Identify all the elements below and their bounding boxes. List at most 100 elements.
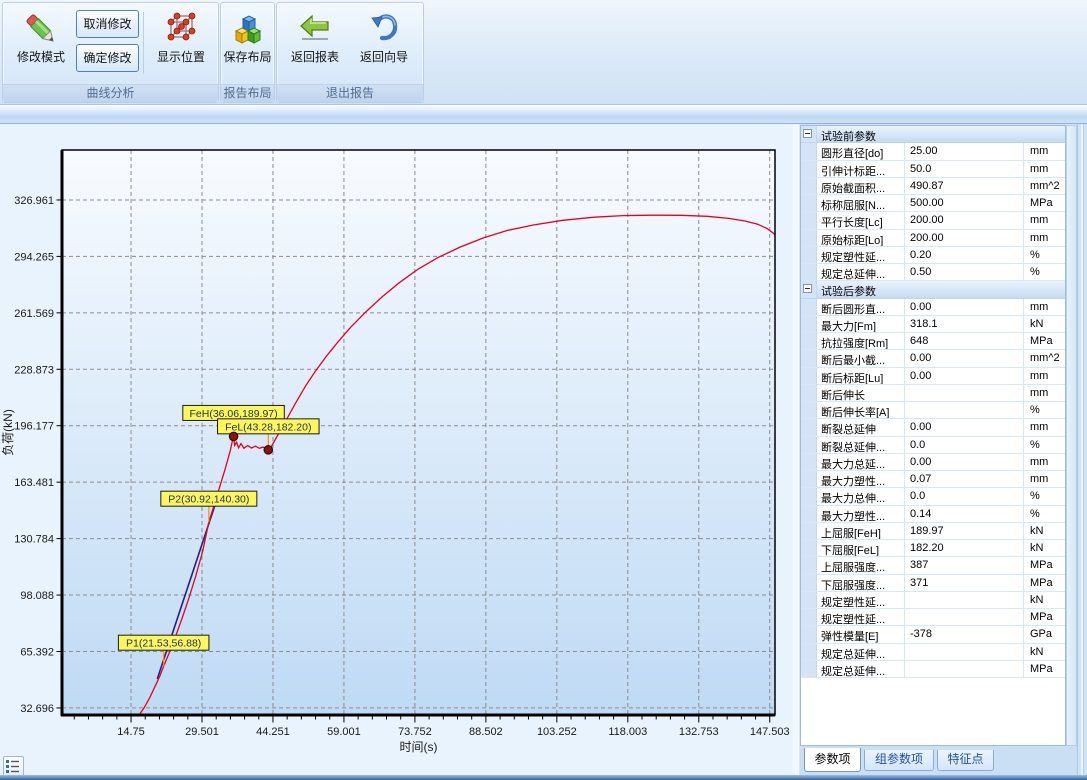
param-row[interactable]: 最大力总延...0.00mm xyxy=(801,454,1065,471)
panel-splitter[interactable] xyxy=(793,124,800,776)
molecule-icon xyxy=(162,9,200,49)
collapse-icon[interactable] xyxy=(803,284,812,293)
param-row[interactable]: 下屈服强度...371MPa xyxy=(801,575,1065,592)
x-tick-label: 73.752 xyxy=(398,726,432,738)
param-row[interactable]: 规定总延伸...kN xyxy=(801,644,1065,661)
param-row[interactable]: 断裂总延伸0.00mm xyxy=(801,419,1065,436)
param-name: 引伸计标距... xyxy=(817,161,905,177)
show-position-button[interactable]: 显示位置 xyxy=(147,6,215,85)
param-row[interactable]: 规定总延伸...0.50% xyxy=(801,264,1065,281)
curve-chart-panel[interactable]: 14.7529.50144.25159.00173.75288.502103.2… xyxy=(0,124,793,776)
ribbon-group-exit-report: 返回报表 返回向导 退出报告 xyxy=(276,2,424,103)
param-unit: % xyxy=(1024,506,1065,522)
confirm-modify-button[interactable]: 确定修改 xyxy=(76,44,139,72)
cancel-modify-button[interactable]: 取消修改 xyxy=(76,10,139,38)
param-unit: mm^2 xyxy=(1024,350,1065,366)
param-unit: mm xyxy=(1024,299,1065,315)
param-value xyxy=(905,385,1024,401)
y-tick-label: 32.696 xyxy=(20,703,54,715)
param-name: 最大力塑性... xyxy=(817,506,905,522)
row-gutter xyxy=(801,385,817,401)
parameter-grid-scrollbar[interactable] xyxy=(1066,125,1077,746)
param-row[interactable]: 规定总延伸...MPa xyxy=(801,661,1065,678)
param-row[interactable]: 上屈服强度...387MPa xyxy=(801,557,1065,574)
y-tick-label: 163.481 xyxy=(14,477,54,489)
curve-chart[interactable]: 14.7529.50144.25159.00173.75288.502103.2… xyxy=(0,124,793,776)
annotation-marker xyxy=(229,432,237,440)
param-value: 200.00 xyxy=(905,212,1024,228)
param-row[interactable]: 断裂总延伸...0.0% xyxy=(801,437,1065,454)
param-row[interactable]: 规定塑性延...0.20% xyxy=(801,247,1065,264)
param-row[interactable]: 最大力总伸...0.0% xyxy=(801,488,1065,505)
param-name: 最大力总延... xyxy=(817,454,905,470)
param-row[interactable]: 引伸计标距...50.0mm xyxy=(801,161,1065,178)
param-value: 387 xyxy=(905,557,1024,573)
collapse-icon[interactable] xyxy=(803,129,812,138)
row-gutter xyxy=(801,557,817,573)
param-row[interactable]: 弹性模量[E]-378GPa xyxy=(801,626,1065,643)
param-value: 648 xyxy=(905,333,1024,349)
panel-tab-1[interactable]: 参数项 xyxy=(804,748,861,772)
row-gutter xyxy=(801,575,817,591)
param-section-header[interactable]: 试验前参数 xyxy=(801,126,1065,143)
x-tick-label: 118.003 xyxy=(608,726,647,738)
x-tick-label: 147.503 xyxy=(750,726,790,738)
row-gutter xyxy=(801,506,817,522)
row-gutter xyxy=(801,488,817,504)
param-name: 下屈服强度... xyxy=(817,575,905,591)
row-gutter xyxy=(801,368,817,384)
param-section-header[interactable]: 试验后参数 xyxy=(801,281,1065,298)
legend-toggle-button[interactable] xyxy=(3,756,24,777)
param-value: 0.00 xyxy=(905,368,1024,384)
param-name: 断裂总延伸... xyxy=(817,437,905,453)
row-gutter xyxy=(801,419,817,435)
param-unit: mm xyxy=(1024,230,1065,246)
param-row[interactable]: 规定塑性延...MPa xyxy=(801,609,1065,626)
modify-mode-button[interactable]: 修改模式 xyxy=(9,6,73,85)
param-unit: % xyxy=(1024,402,1065,418)
back-to-wizard-button[interactable]: 返回向导 xyxy=(350,6,418,85)
annotation-label-text: P2(30.92,140.30) xyxy=(168,494,249,506)
panel-tab-2[interactable]: 组参数项 xyxy=(864,750,934,771)
save-layout-button[interactable]: 保存布局 xyxy=(222,6,273,85)
row-gutter xyxy=(801,350,817,366)
annotation-label-text: P1(21.53,56.88) xyxy=(126,638,201,650)
param-value: 50.0 xyxy=(905,161,1024,177)
param-row[interactable]: 断后标距[Lu]0.00mm xyxy=(801,368,1065,385)
ribbon-group-report-layout: 保存布局 报告布局 xyxy=(220,2,275,103)
param-row[interactable]: 标称屈服[N...500.00MPa xyxy=(801,195,1065,212)
param-unit: % xyxy=(1024,437,1065,453)
parameter-panel: 试验前参数圆形直径[do]25.00mm引伸计标距...50.0mm原始截面积.… xyxy=(800,124,1077,776)
param-row[interactable]: 断后最小截...0.00mm^2 xyxy=(801,350,1065,367)
right-edge-strip[interactable] xyxy=(1077,124,1087,776)
param-value xyxy=(905,402,1024,418)
param-unit: kN xyxy=(1024,540,1065,556)
param-value: 0.14 xyxy=(905,506,1024,522)
param-row[interactable]: 规定塑性延...kN xyxy=(801,592,1065,609)
param-row[interactable]: 最大力[Fm]318.1kN xyxy=(801,316,1065,333)
param-value: 0.50 xyxy=(905,264,1024,280)
back-to-report-button[interactable]: 返回报表 xyxy=(282,6,348,85)
param-row[interactable]: 上屈服[FeH]189.97kN xyxy=(801,523,1065,540)
param-row[interactable]: 原始标距[Lo]200.00mm xyxy=(801,230,1065,247)
row-gutter xyxy=(801,195,817,211)
param-row[interactable]: 断后圆形直...0.00mm xyxy=(801,299,1065,316)
param-row[interactable]: 抗拉强度[Rm]648MPa xyxy=(801,333,1065,350)
param-row[interactable]: 平行长度[Lc]200.00mm xyxy=(801,212,1065,229)
param-row[interactable]: 下屈服[FeL]182.20kN xyxy=(801,540,1065,557)
param-row[interactable]: 最大力塑性...0.07mm xyxy=(801,471,1065,488)
row-gutter xyxy=(801,247,817,263)
param-name: 规定塑性延... xyxy=(817,247,905,263)
param-row[interactable]: 最大力塑性...0.14% xyxy=(801,506,1065,523)
panel-tab-3[interactable]: 特征点 xyxy=(937,750,994,771)
param-unit: mm xyxy=(1024,471,1065,487)
application-window: 修改模式 取消修改 确定修改 xyxy=(0,0,1087,780)
param-row[interactable]: 断后伸长率[A]% xyxy=(801,402,1065,419)
param-value: 318.1 xyxy=(905,316,1024,332)
param-row[interactable]: 断后伸长mm xyxy=(801,385,1065,402)
x-tick-label: 103.252 xyxy=(537,726,577,738)
param-unit: MPa xyxy=(1024,333,1065,349)
param-unit: % xyxy=(1024,264,1065,280)
param-row[interactable]: 圆形直径[do]25.00mm xyxy=(801,143,1065,160)
param-row[interactable]: 原始截面积...490.87mm^2 xyxy=(801,178,1065,195)
